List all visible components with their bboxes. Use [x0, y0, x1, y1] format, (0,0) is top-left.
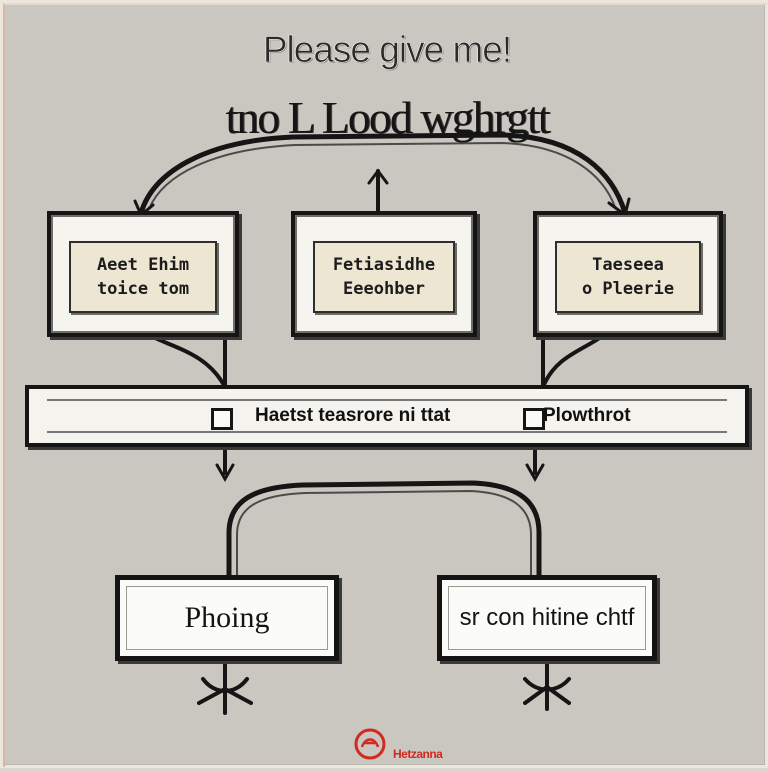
merge-bar-right-label: Plowthrot	[543, 405, 631, 426]
process-node-right-line-1: Taeseea	[592, 255, 664, 275]
process-node-left-line-2: toice tom	[96, 279, 190, 299]
process-node-left: Aeet Ehim toice tom	[47, 211, 239, 337]
process-node-middle-line-1: Fetiasidhe	[332, 255, 436, 275]
output-box-left-label: Phoing	[184, 601, 270, 634]
output-box-right-label: sr con hitine chtf	[459, 604, 635, 631]
node-c-to-bar-line	[541, 335, 603, 389]
process-node-middle-line-2: Eeeohber	[343, 279, 425, 299]
merge-bar-left-label: Haetst teasrore ni ttat	[255, 405, 451, 426]
top-arc-connector	[138, 132, 628, 216]
node-a-to-bar-line	[151, 335, 227, 389]
output-box-right: sr con hitine chtf	[437, 575, 657, 661]
merge-bar-right-checkbox[interactable]	[523, 408, 545, 430]
merge-bar: Haetst teasrore ni ttat Plowthrot	[25, 385, 749, 447]
process-node-left-label-panel: Aeet Ehim toice tom	[69, 241, 217, 313]
left-output-anchor	[197, 659, 253, 715]
output-box-left: Phoing	[115, 575, 339, 661]
watermark-text: Hetzanna	[393, 747, 443, 761]
process-node-right-line-2: o Pleerie	[581, 279, 675, 299]
process-node-middle-label-panel: Fetiasidhe Eeeohber	[313, 241, 455, 313]
process-node-left-line-1: Aeet Ehim	[96, 255, 190, 275]
watermark-seal-icon	[354, 728, 386, 760]
merge-bar-left-checkbox[interactable]	[211, 408, 233, 430]
lower-arc-connector-shadow	[236, 489, 532, 576]
diagram-canvas: Please give me! tno L Lood wghrgtt Aeet …	[0, 0, 768, 768]
process-node-middle: Fetiasidhe Eeeohber	[291, 211, 477, 337]
process-node-right-label-panel: Taeseea o Pleerie	[555, 241, 701, 313]
process-node-right: Taeseea o Pleerie	[533, 211, 723, 337]
right-output-anchor	[523, 659, 571, 711]
